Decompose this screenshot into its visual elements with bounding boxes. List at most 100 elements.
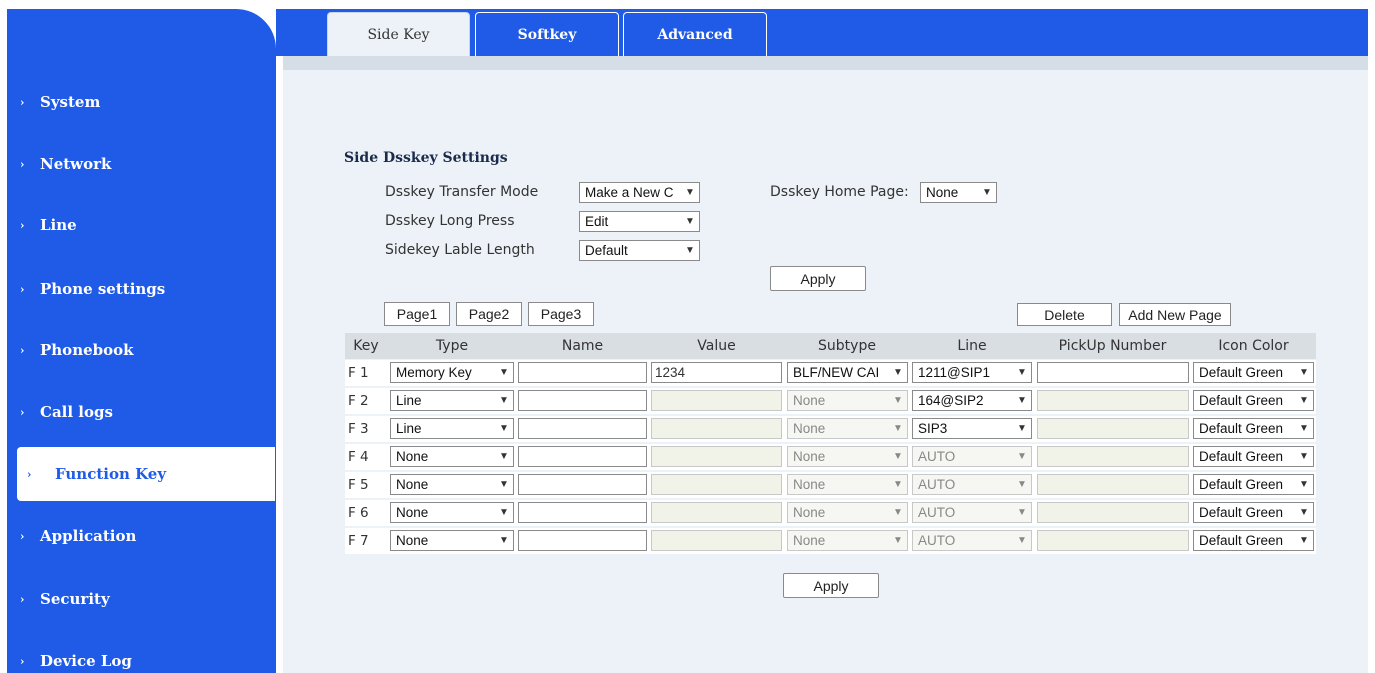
- line-select[interactable]: SIP3 ▼: [912, 418, 1032, 439]
- subtype-select[interactable]: BLF/NEW CAI ▼: [787, 362, 908, 383]
- chevron-down-icon: ▼: [893, 535, 903, 546]
- home-page-select[interactable]: None ▼: [920, 182, 997, 203]
- subtype-select[interactable]: None ▼: [787, 390, 908, 411]
- sidebar-item-call-logs[interactable]: › Call logs: [0, 385, 269, 439]
- subtype-select[interactable]: None ▼: [787, 530, 908, 551]
- key-cell: F 1: [348, 365, 369, 381]
- icon-color-select[interactable]: Default Green ▼: [1193, 530, 1314, 551]
- subtype-select[interactable]: None ▼: [787, 502, 908, 523]
- pickup-number-field[interactable]: [1037, 390, 1189, 411]
- chevron-right-icon: ›: [20, 343, 25, 357]
- tab-advanced[interactable]: Advanced: [623, 12, 767, 57]
- line-select[interactable]: AUTO ▼: [912, 530, 1032, 551]
- value-field[interactable]: [651, 446, 782, 467]
- type-select[interactable]: Memory Key ▼: [390, 362, 514, 383]
- transfer-mode-select[interactable]: Make a New C ▼: [579, 182, 700, 203]
- sidebar-item-phone-settings[interactable]: › Phone settings: [0, 262, 269, 316]
- sidebar-item-device-log[interactable]: › Device Log: [0, 634, 269, 673]
- sidebar-item-label: Phonebook: [40, 341, 134, 359]
- name-field[interactable]: [518, 446, 647, 467]
- sidebar-item-function-key[interactable]: › Function Key: [17, 447, 275, 501]
- sidebar-item-application[interactable]: › Application: [0, 509, 269, 563]
- lable-length-select[interactable]: Default ▼: [579, 240, 700, 261]
- key-cell: F 6: [348, 505, 369, 521]
- name-field[interactable]: [518, 390, 647, 411]
- chevron-down-icon: ▼: [1299, 423, 1309, 434]
- sidebar-item-network[interactable]: › Network: [0, 137, 269, 191]
- type-select[interactable]: None ▼: [390, 446, 514, 467]
- icon-color-select[interactable]: Default Green ▼: [1193, 390, 1314, 411]
- pickup-number-field[interactable]: [1037, 418, 1189, 439]
- tab-side-key[interactable]: Side Key: [327, 12, 470, 57]
- page2-button[interactable]: Page2: [456, 302, 522, 326]
- header-line: Line: [957, 338, 987, 354]
- select-value: Default Green: [1199, 365, 1284, 380]
- value-field[interactable]: [651, 502, 782, 523]
- apply-table-button[interactable]: Apply: [783, 573, 879, 598]
- icon-color-select[interactable]: Default Green ▼: [1193, 474, 1314, 495]
- pickup-number-field[interactable]: [1037, 474, 1189, 495]
- name-field[interactable]: [518, 474, 647, 495]
- delete-page-button[interactable]: Delete: [1017, 303, 1112, 326]
- sidebar-item-phonebook[interactable]: › Phonebook: [0, 323, 269, 377]
- line-select[interactable]: AUTO ▼: [912, 474, 1032, 495]
- page3-button[interactable]: Page3: [528, 302, 594, 326]
- value-field[interactable]: [651, 474, 782, 495]
- pickup-number-field[interactable]: [1037, 502, 1189, 523]
- sidebar-item-security[interactable]: › Security: [0, 572, 269, 626]
- add-new-page-button[interactable]: Add New Page: [1119, 303, 1231, 326]
- chevron-right-icon: ›: [20, 529, 25, 543]
- name-field[interactable]: [518, 502, 647, 523]
- value-field[interactable]: [651, 530, 782, 551]
- type-select[interactable]: None ▼: [390, 474, 514, 495]
- sidebar-item-label: Security: [40, 590, 110, 608]
- line-select[interactable]: AUTO ▼: [912, 446, 1032, 467]
- sidebar-item-system[interactable]: › System: [0, 75, 269, 129]
- subtype-select[interactable]: None ▼: [787, 418, 908, 439]
- line-select[interactable]: 1211@SIP1 ▼: [912, 362, 1032, 383]
- page1-button[interactable]: Page1: [384, 302, 450, 326]
- type-select[interactable]: None ▼: [390, 530, 514, 551]
- icon-color-select[interactable]: Default Green ▼: [1193, 446, 1314, 467]
- chevron-down-icon: ▼: [1017, 507, 1027, 518]
- chevron-down-icon: ▼: [499, 451, 509, 462]
- select-value: Make a New C: [585, 185, 674, 200]
- value-field[interactable]: [651, 418, 782, 439]
- select-value: Default Green: [1199, 477, 1284, 492]
- pickup-number-field[interactable]: [1037, 446, 1189, 467]
- key-cell: F 4: [348, 449, 369, 465]
- select-value: Default: [585, 243, 628, 258]
- select-value: Line: [396, 393, 422, 408]
- tab-softkey[interactable]: Softkey: [475, 12, 619, 57]
- chevron-down-icon: ▼: [893, 395, 903, 406]
- chevron-down-icon: ▼: [893, 507, 903, 518]
- header-pickup-number: PickUp Number: [1058, 338, 1167, 354]
- icon-color-select[interactable]: Default Green ▼: [1193, 362, 1314, 383]
- apply-settings-button[interactable]: Apply: [770, 266, 866, 291]
- subtype-select[interactable]: None ▼: [787, 474, 908, 495]
- chevron-down-icon: ▼: [685, 216, 695, 227]
- name-field[interactable]: [518, 362, 647, 383]
- pickup-number-field[interactable]: [1037, 530, 1189, 551]
- transfer-mode-label: Dsskey Transfer Mode: [385, 184, 539, 200]
- name-field[interactable]: [518, 530, 647, 551]
- icon-color-select[interactable]: Default Green ▼: [1193, 418, 1314, 439]
- select-value: BLF/NEW CAI: [793, 365, 880, 380]
- chevron-down-icon: ▼: [685, 245, 695, 256]
- pickup-number-field[interactable]: [1037, 362, 1189, 383]
- type-select[interactable]: Line ▼: [390, 390, 514, 411]
- chevron-right-icon: ›: [20, 95, 25, 109]
- line-select[interactable]: AUTO ▼: [912, 502, 1032, 523]
- name-field[interactable]: [518, 418, 647, 439]
- line-select[interactable]: 164@SIP2 ▼: [912, 390, 1032, 411]
- type-select[interactable]: None ▼: [390, 502, 514, 523]
- icon-color-select[interactable]: Default Green ▼: [1193, 502, 1314, 523]
- header-type: Type: [435, 338, 469, 354]
- type-select[interactable]: Line ▼: [390, 418, 514, 439]
- subtype-select[interactable]: None ▼: [787, 446, 908, 467]
- value-field[interactable]: [651, 390, 782, 411]
- sidebar-item-line[interactable]: › Line: [0, 198, 269, 252]
- chevron-down-icon: ▼: [499, 535, 509, 546]
- long-press-select[interactable]: Edit ▼: [579, 211, 700, 232]
- value-field[interactable]: 1234: [651, 362, 782, 383]
